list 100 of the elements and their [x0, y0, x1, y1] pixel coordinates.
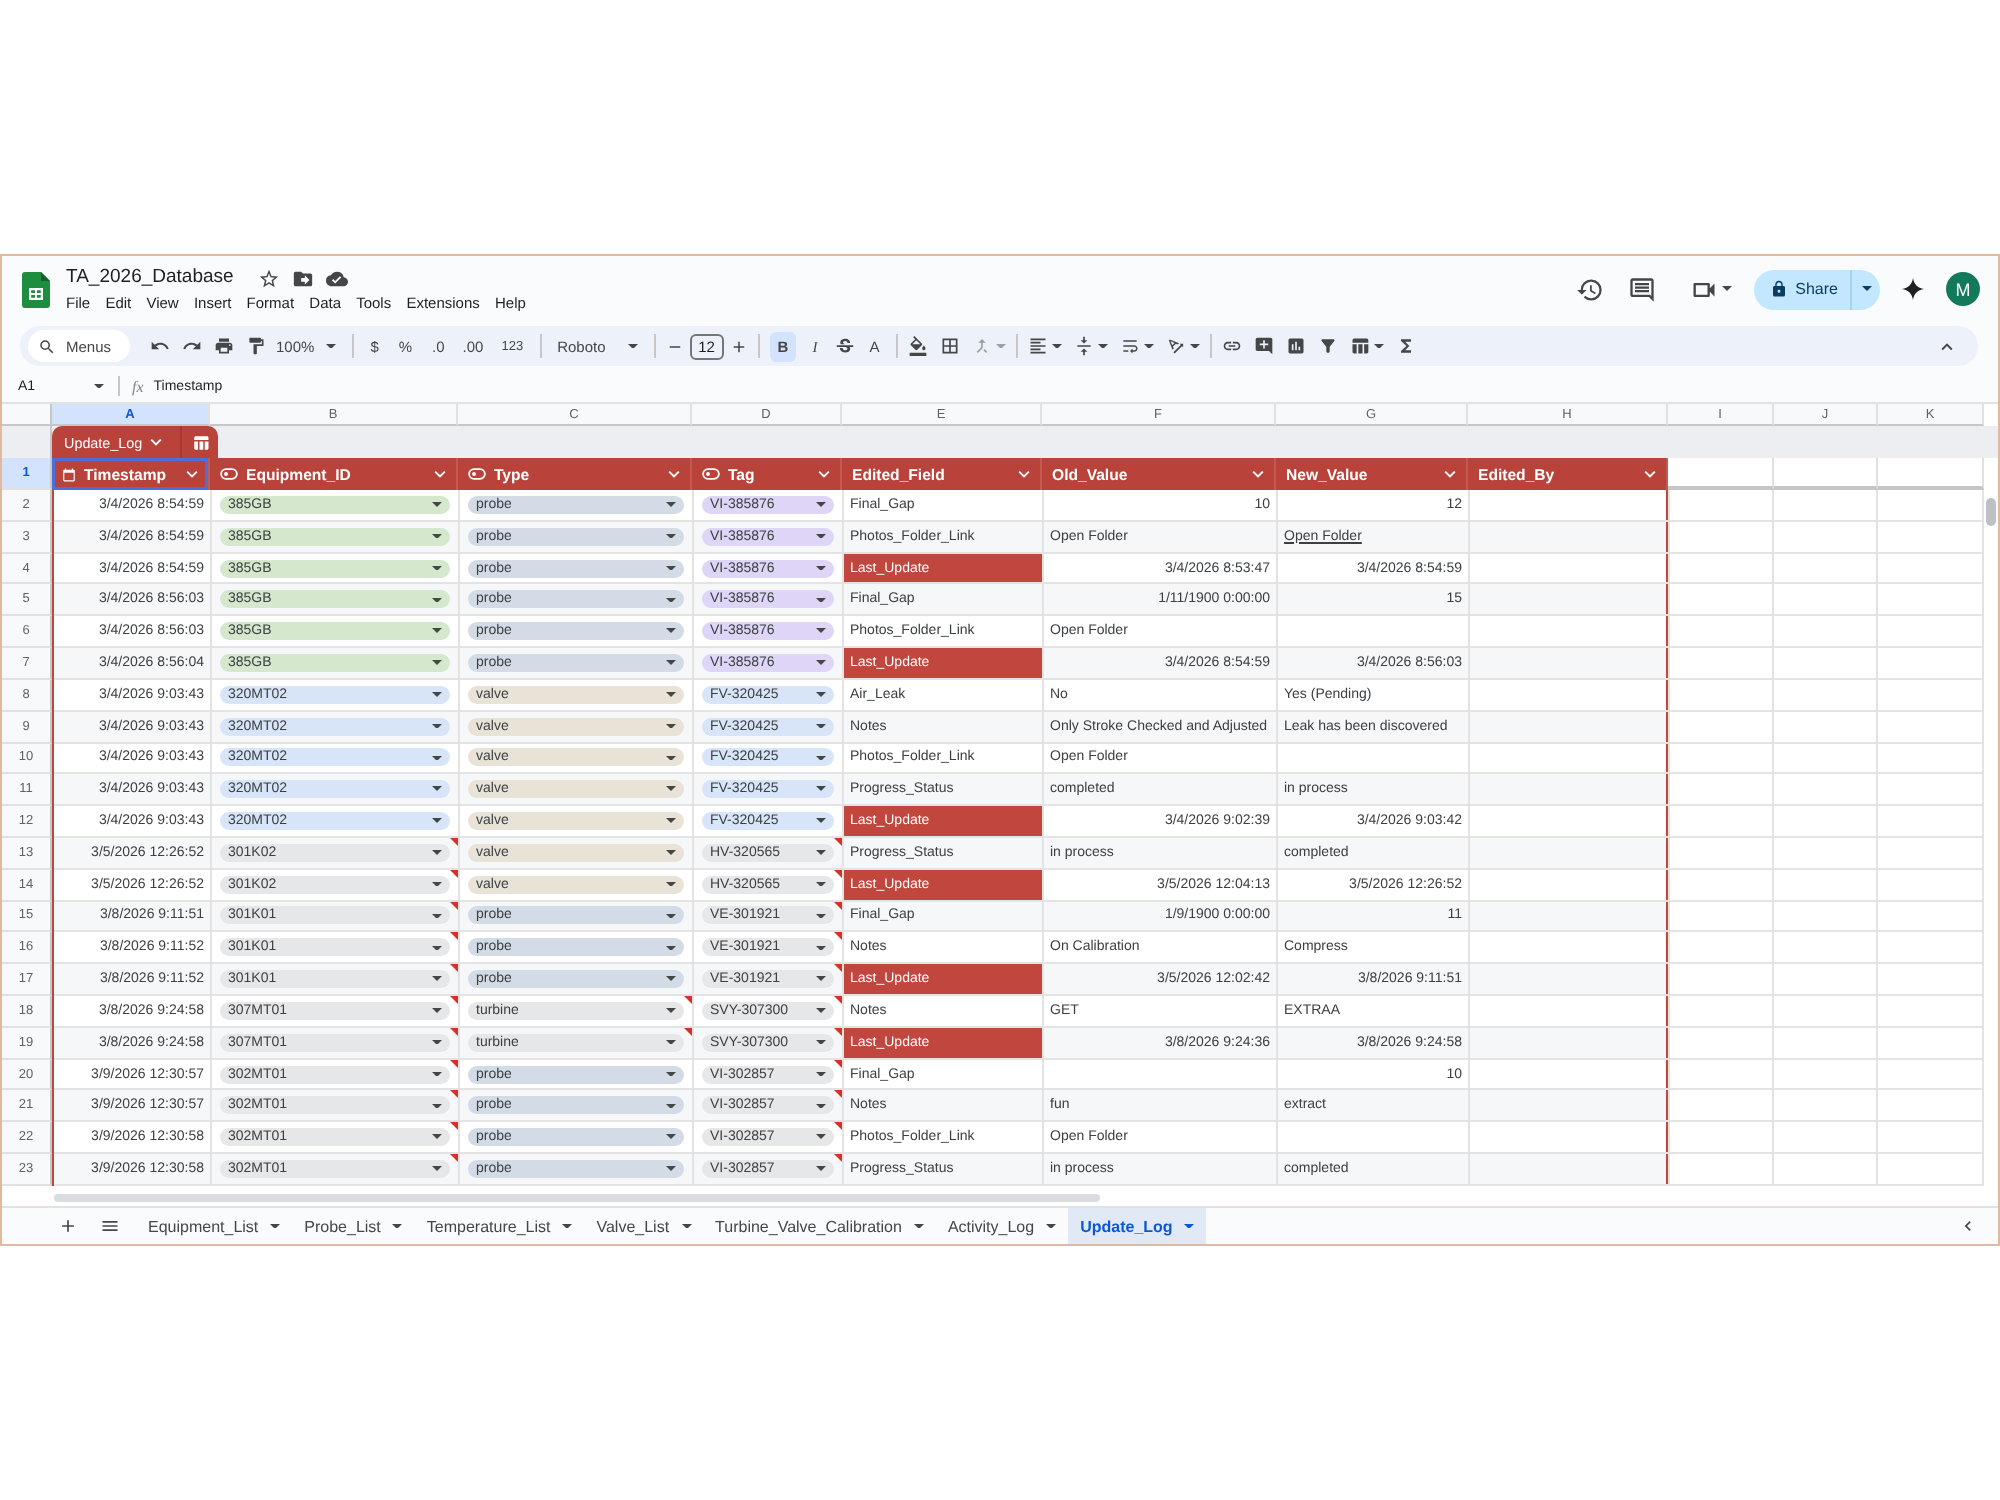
caret-icon[interactable]	[1721, 286, 1732, 292]
print-icon[interactable]	[214, 336, 234, 356]
caret-icon	[432, 692, 442, 698]
caret-icon	[432, 755, 442, 761]
empty-cell	[1878, 584, 1984, 617]
caret-icon	[666, 1134, 676, 1140]
caret-icon[interactable]	[1189, 343, 1200, 349]
sheet-tab[interactable]: Temperature_List	[414, 1208, 585, 1244]
scrollbar-thumb[interactable]	[1986, 498, 1996, 526]
comment-icon[interactable]	[1627, 275, 1656, 303]
share-menu-button[interactable]	[1850, 269, 1880, 309]
text-rotation-icon[interactable]	[1165, 336, 1186, 356]
caret-icon	[562, 1223, 573, 1229]
sigma-icon[interactable]	[1395, 336, 1416, 356]
spreadsheet-logo-icon[interactable]	[22, 271, 50, 307]
strikethrough-icon[interactable]	[833, 335, 856, 357]
caret-icon	[432, 660, 442, 666]
empty-cell	[1878, 1090, 1984, 1123]
sheet-tab[interactable]: Turbine_Valve_Calibration	[703, 1208, 936, 1244]
vertical-align-icon[interactable]	[1073, 336, 1094, 356]
sheet-tab[interactable]: Equipment_List	[136, 1208, 293, 1244]
caret-icon	[270, 1223, 281, 1229]
sheet-tab[interactable]: Update_Log	[1068, 1208, 1207, 1244]
paint-roller-icon[interactable]	[246, 336, 266, 356]
empty-cell	[1878, 996, 1984, 1028]
filter-icon[interactable]	[1317, 336, 1338, 356]
caret-icon	[666, 913, 676, 919]
sheet-tab[interactable]: Activity_Log	[935, 1208, 1069, 1244]
empty-cell	[1774, 490, 1878, 522]
folder-arrow-icon[interactable]	[291, 267, 314, 289]
empty-cell	[1878, 521, 1984, 554]
caret-icon[interactable]	[1373, 343, 1384, 349]
table-icon[interactable]	[192, 433, 210, 451]
fill-bucket-icon[interactable]	[907, 336, 928, 356]
chevron-down-icon[interactable]	[1252, 470, 1264, 478]
empty-cell	[1774, 521, 1878, 554]
caret-icon	[816, 628, 826, 634]
empty-cell	[1878, 964, 1984, 996]
table-icon[interactable]	[1349, 336, 1370, 356]
star-icon[interactable]	[257, 267, 280, 289]
empty-cell	[1774, 1122, 1878, 1155]
chevron-down-icon[interactable]	[668, 470, 680, 478]
caret-icon	[666, 1166, 676, 1172]
empty-cell	[1774, 1090, 1878, 1123]
plus-icon[interactable]	[729, 337, 748, 355]
empty-cell	[1878, 553, 1984, 585]
caret-icon	[666, 565, 676, 571]
empty-cell	[1774, 901, 1878, 933]
align-left-icon[interactable]	[1027, 336, 1048, 356]
caret-icon	[432, 945, 442, 951]
empty-cell	[1878, 1027, 1984, 1060]
avatar[interactable]: M	[1946, 272, 1980, 306]
caret-icon	[666, 1008, 676, 1014]
document-title[interactable]: TA_2026_Database	[66, 264, 234, 292]
chevron-down-icon[interactable]	[1444, 470, 1456, 478]
cloud-check-icon[interactable]	[325, 267, 348, 289]
caret-icon	[666, 1103, 676, 1109]
caret-icon	[816, 913, 826, 919]
chevron-down-icon[interactable]	[1018, 470, 1030, 478]
add-sheet-icon[interactable]	[58, 1216, 78, 1236]
caret-icon	[432, 850, 442, 856]
caret-icon	[432, 786, 442, 792]
empty-cell	[1774, 1059, 1878, 1091]
caret-icon[interactable]	[1097, 343, 1108, 349]
chevron-down-icon[interactable]	[186, 470, 198, 478]
chevron-down-icon[interactable]	[150, 438, 163, 446]
borders-icon[interactable]	[939, 336, 960, 356]
chip-icon	[702, 468, 720, 480]
chevron-down-icon[interactable]	[1644, 470, 1656, 478]
caret-icon	[816, 818, 826, 824]
chevron-down-icon[interactable]	[818, 470, 830, 478]
scrollbar-thumb[interactable]	[54, 1194, 1100, 1202]
empty-cell	[1878, 490, 1984, 522]
caret-icon	[666, 533, 676, 539]
caret-icon	[1184, 1223, 1195, 1229]
caret-icon[interactable]	[1051, 343, 1062, 349]
caret-icon	[432, 723, 442, 729]
chip-icon	[468, 468, 486, 480]
empty-cell	[1878, 774, 1984, 807]
caret-icon[interactable]	[1143, 343, 1154, 349]
caret-icon	[816, 786, 826, 792]
empty-cell	[1774, 743, 1878, 775]
menu-icon[interactable]	[100, 1216, 120, 1236]
sheet-tab[interactable]: Valve_List	[584, 1208, 704, 1244]
empty-cell	[1774, 1027, 1878, 1060]
caret-icon	[432, 881, 442, 887]
link-icon[interactable]	[1221, 336, 1242, 356]
caret-icon	[816, 945, 826, 951]
chart-icon[interactable]	[1285, 336, 1306, 356]
add-comment-icon[interactable]	[1253, 336, 1274, 356]
sheet-tab[interactable]: Probe_List	[292, 1208, 415, 1244]
chevron-down-icon[interactable]	[434, 470, 446, 478]
empty-cell	[1878, 837, 1984, 870]
sparkle-icon[interactable]	[1902, 278, 1924, 300]
caret-icon	[816, 502, 826, 508]
history-icon[interactable]	[1575, 275, 1604, 303]
caret-icon	[666, 850, 676, 856]
text-wrap-icon[interactable]	[1119, 336, 1140, 356]
empty-cell	[1878, 1154, 1984, 1186]
share-button[interactable]: Share	[1753, 269, 1850, 309]
